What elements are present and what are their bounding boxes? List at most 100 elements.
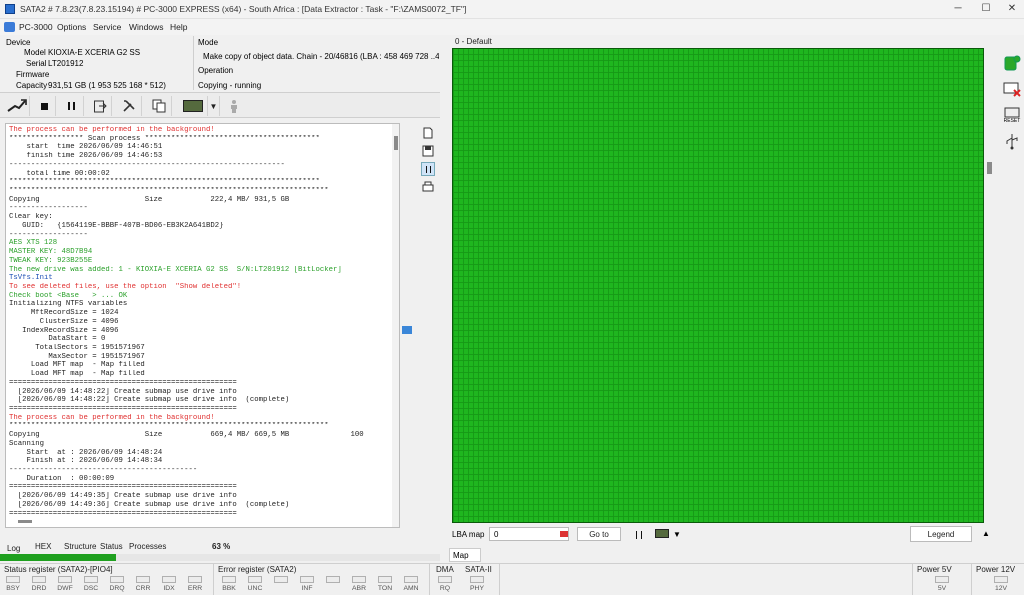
operation-label: Operation (198, 66, 234, 75)
sata-led-label: PHY (470, 585, 484, 592)
error-led-label: TON (377, 585, 393, 592)
status-led (162, 576, 176, 583)
lba-input[interactable]: 0 (489, 527, 569, 541)
power5-led-label: 5V (937, 585, 947, 592)
map-pause-icon[interactable] (636, 531, 642, 539)
mode-panel: Mode Make copy of object data. Chain - 2… (195, 36, 440, 90)
screen-icon[interactable] (178, 96, 208, 116)
log-line: TWEAK KEY: 923B255E (9, 256, 93, 265)
log-line: The process can be performed in the back… (9, 126, 215, 134)
lba-flag-icon (560, 531, 568, 537)
log-panel: The process can be performed in the back… (5, 123, 400, 528)
export-icon[interactable] (88, 96, 112, 116)
mode-text: Make copy of object data. Chain - 20/468… (203, 52, 439, 61)
goto-button[interactable]: Go to (577, 527, 621, 541)
menu-options[interactable]: Options (57, 22, 86, 32)
log-line: Check boot <Base > ... OK (9, 291, 128, 300)
log-line: ----------------------------------------… (9, 160, 285, 169)
tab-hex[interactable]: HEX (35, 542, 51, 551)
menu-windows[interactable]: Windows (129, 22, 163, 32)
log-scrollbar-thumb[interactable] (394, 136, 398, 150)
close-button[interactable]: ✕ (1004, 3, 1020, 14)
run-icon[interactable] (4, 96, 30, 116)
power12-group: Power 12V 12V (972, 564, 1024, 595)
tab-processes[interactable]: Processes (129, 542, 166, 551)
tab-structure[interactable]: Structure (64, 542, 96, 551)
log-line: [2026/06/09 14:48:22] Create submap use … (9, 387, 237, 396)
log-line: MaxSector = 1951571967 (9, 352, 145, 361)
map-view-icon[interactable] (655, 529, 669, 538)
error-register-group: Error register (SATA2) BBK UNC INF ABR TON AM… (214, 564, 430, 595)
log-line: ------------------ (9, 230, 88, 239)
progress-percent: 63 % (212, 542, 231, 551)
log-line: Copying Size 222,4 MB/ 931,5 GB (9, 195, 290, 204)
log-line: MASTER KEY: 48D7B94 (9, 248, 93, 257)
dropdown-icon[interactable]: ▼ (208, 96, 220, 116)
print-icon[interactable] (421, 180, 435, 194)
map-scrollbar-thumb[interactable] (987, 162, 992, 174)
copy-icon[interactable] (146, 96, 172, 116)
log-line: ****************************************… (9, 422, 329, 431)
dma-title: DMA (436, 565, 454, 574)
dma-group: DMA RQ (430, 564, 460, 595)
status-led-label: DRD (31, 585, 47, 592)
error-led (404, 576, 418, 583)
tools-icon[interactable] (116, 96, 142, 116)
menu-help[interactable]: Help (170, 22, 187, 32)
sata-title: SATA-II (465, 565, 492, 574)
drive-power-icon[interactable] (1003, 54, 1021, 72)
minimize-button[interactable]: ─ (950, 3, 966, 14)
splitter-arrow-icon[interactable] (402, 326, 412, 334)
log-pause-icon[interactable] (421, 162, 435, 176)
reset-icon[interactable]: RESET (1003, 106, 1021, 124)
save-icon[interactable] (421, 144, 435, 158)
tab-log[interactable]: Log (7, 544, 20, 553)
menu-service[interactable]: Service (93, 22, 121, 32)
log-hscroll-thumb[interactable] (18, 520, 32, 523)
collapse-up-icon[interactable]: ▲ (982, 529, 990, 538)
sector-map-grid[interactable] (452, 48, 984, 523)
app-icon (5, 4, 15, 14)
menu-pc3000[interactable]: PC-3000 (19, 22, 53, 32)
tab-map[interactable]: Map (449, 548, 481, 562)
log-line: [2026/06/09 14:48:22] Create submap use … (9, 396, 290, 405)
log-line: The new drive was added: 1 - KIOXIA-E XC… (9, 265, 342, 274)
log-line: To see deleted files, use the option "Sh… (9, 282, 242, 291)
capacity-label: Capacity (16, 81, 48, 90)
error-led (326, 576, 340, 583)
log-line: Initializing NTFS variables (9, 300, 128, 309)
log-line: ***************** Scan process *********… (9, 134, 320, 143)
pause-icon[interactable] (60, 96, 84, 116)
log-line: AES XTS 128 (9, 239, 58, 248)
legend-button[interactable]: Legend (910, 526, 972, 542)
status-bar: Status register (SATA2)-[PIO4] BSY DRD DWF… (0, 563, 1024, 595)
log-text: The process can be performed in the back… (9, 126, 389, 518)
map-view-dropdown-icon[interactable]: ▼ (673, 530, 681, 539)
log-line: ========================================… (9, 378, 237, 387)
status-led (6, 576, 20, 583)
device-panel: Device Model KIOXIA-E XCERIA G2 SS Seria… (0, 36, 194, 90)
status-register-title: Status register (SATA2)-[PIO4] (4, 565, 113, 574)
power5-title: Power 5V (917, 565, 952, 574)
log-line: Start at : 2026/06/09 14:48:24 (9, 448, 163, 457)
error-led (378, 576, 392, 583)
open-file-icon[interactable] (421, 126, 435, 140)
log-line: [2026/06/09 14:49:36] Create submap use … (9, 500, 290, 509)
status-led (136, 576, 150, 583)
log-scrollbar[interactable] (392, 124, 399, 527)
error-register-title: Error register (SATA2) (218, 565, 297, 574)
log-line: DataStart = 0 (9, 335, 106, 344)
power-off-icon[interactable] (1003, 80, 1021, 98)
log-line: Load MFT map - Map filled (9, 361, 145, 370)
model-label: Model (24, 48, 46, 57)
sata-led (470, 576, 484, 583)
maximize-button[interactable]: ☐ (978, 3, 994, 14)
log-line: ------------------ (9, 204, 88, 213)
tab-status[interactable]: Status (100, 542, 123, 551)
log-side-tools (418, 124, 438, 204)
usb-icon[interactable] (1003, 132, 1021, 150)
status-led (84, 576, 98, 583)
error-led-label: ABR (352, 585, 366, 592)
log-line: The process can be performed in the back… (9, 413, 215, 422)
stop-icon[interactable] (34, 96, 56, 116)
